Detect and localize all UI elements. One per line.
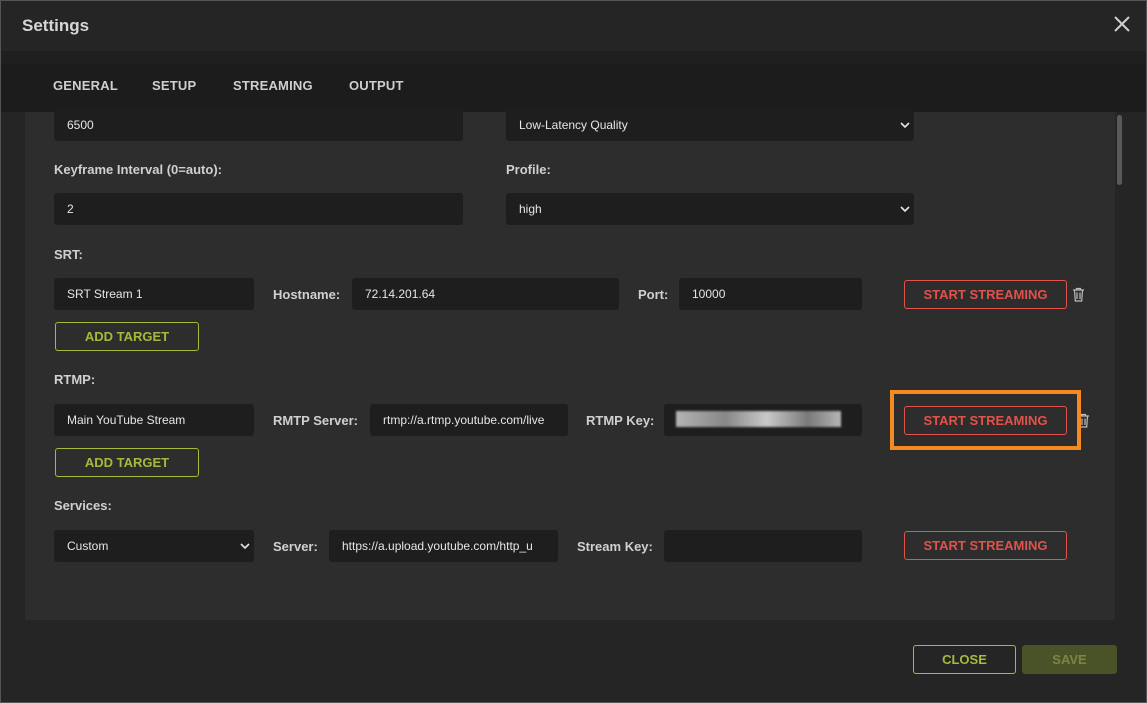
rtmp-name-input[interactable]: Main YouTube Stream	[54, 404, 254, 436]
keyframe-value: 2	[67, 202, 74, 216]
settings-dialog: Settings GENERAL SETUP STREAMING OUTPUT …	[0, 0, 1147, 703]
keyframe-input[interactable]: 2	[54, 193, 463, 225]
stream-key-input[interactable]	[664, 530, 862, 562]
title-bar: Settings	[1, 1, 1146, 51]
srt-start-streaming-button[interactable]: START STREAMING	[904, 280, 1067, 309]
srt-hostname-label: Hostname:	[273, 287, 341, 302]
chevron-down-icon	[900, 122, 910, 129]
scrollbar[interactable]	[1115, 112, 1124, 620]
tab-setup[interactable]: SETUP	[152, 78, 196, 93]
profile-value: high	[519, 202, 542, 216]
srt-port-label: Port:	[638, 287, 669, 302]
highlight-box	[890, 390, 1081, 450]
tab-general[interactable]: GENERAL	[53, 78, 118, 93]
tab-output[interactable]: OUTPUT	[349, 78, 404, 93]
rtmp-section-label: RTMP:	[54, 372, 96, 387]
services-server-value: https://a.upload.youtube.com/http_u	[342, 539, 533, 553]
scrollbar-thumb[interactable]	[1117, 115, 1122, 185]
rtmp-server-value: rtmp://a.rtmp.youtube.com/live	[383, 413, 545, 427]
save-button[interactable]: SAVE	[1022, 645, 1117, 674]
services-server-input[interactable]: https://a.upload.youtube.com/http_u	[329, 530, 558, 562]
rtmp-name-value: Main YouTube Stream	[67, 413, 186, 427]
services-server-label: Server:	[273, 539, 318, 554]
close-icon[interactable]	[1112, 14, 1132, 34]
dialog-title: Settings	[22, 16, 90, 35]
srt-hostname-value: 72.14.201.64	[365, 287, 436, 301]
srt-name-value: SRT Stream 1	[67, 287, 143, 301]
trash-icon[interactable]	[1072, 287, 1085, 302]
srt-hostname-input[interactable]: 72.14.201.64	[352, 278, 619, 310]
rtmp-key-label: RTMP Key:	[586, 413, 655, 428]
close-button[interactable]: CLOSE	[913, 645, 1016, 674]
service-value: Custom	[67, 539, 109, 553]
keyframe-label: Keyframe Interval (0=auto):	[54, 162, 222, 177]
chevron-down-icon	[240, 543, 250, 550]
tune-value: Low-Latency Quality	[519, 118, 628, 132]
services-start-streaming-button[interactable]: START STREAMING	[904, 531, 1067, 560]
tab-bar: GENERAL SETUP STREAMING OUTPUT	[1, 51, 1146, 112]
srt-section-label: SRT:	[54, 247, 83, 262]
tune-select[interactable]: Low-Latency Quality	[506, 109, 914, 141]
rtmp-server-label: RMTP Server:	[273, 413, 359, 428]
rtmp-add-target-button[interactable]: ADD TARGET	[55, 448, 199, 477]
srt-port-value: 10000	[692, 287, 726, 301]
profile-label: Profile:	[506, 162, 551, 177]
srt-name-input[interactable]: SRT Stream 1	[54, 278, 254, 310]
tab-streaming[interactable]: STREAMING	[233, 78, 313, 93]
srt-add-target-button[interactable]: ADD TARGET	[55, 322, 199, 351]
chevron-down-icon	[900, 206, 910, 213]
bitrate-value: 6500	[67, 118, 94, 132]
rtmp-server-input[interactable]: rtmp://a.rtmp.youtube.com/live	[370, 404, 568, 436]
srt-port-input[interactable]: 10000	[679, 278, 862, 310]
masked-rtmp-key	[676, 411, 841, 427]
service-select[interactable]: Custom	[54, 530, 254, 562]
profile-select[interactable]: high	[506, 193, 914, 225]
services-section-label: Services:	[54, 498, 112, 513]
stream-key-label: Stream Key:	[577, 539, 653, 554]
bitrate-input[interactable]: 6500	[54, 109, 463, 141]
